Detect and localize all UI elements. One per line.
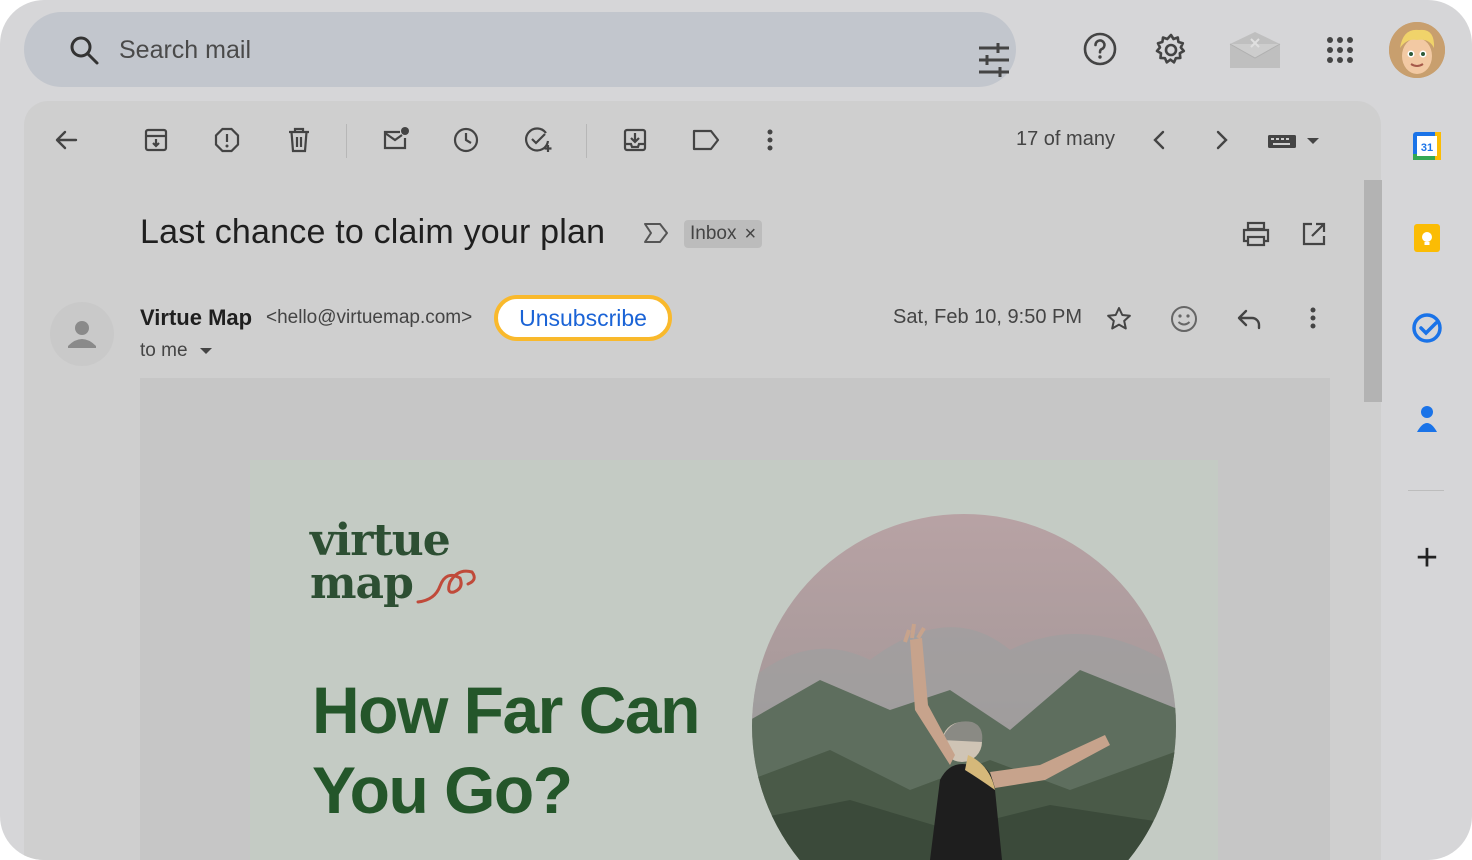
apps-icon[interactable] [1326, 36, 1354, 64]
star-icon[interactable] [1106, 306, 1132, 332]
toolbar-divider [346, 124, 347, 158]
keep-icon[interactable] [1411, 222, 1443, 254]
recipient-details[interactable]: to me [140, 340, 213, 362]
gmail-window: Search mail 17 of many Last chance to cl… [0, 0, 1472, 860]
add-task-icon[interactable] [524, 127, 554, 153]
delete-icon[interactable] [287, 127, 311, 153]
next-icon[interactable] [1214, 130, 1230, 150]
archive-icon[interactable] [143, 127, 169, 153]
brand-logo-line2: map [310, 558, 414, 609]
move-to-icon[interactable] [622, 127, 648, 153]
gear-icon[interactable] [1153, 32, 1189, 68]
svg-text:31: 31 [1421, 142, 1433, 154]
headline-line1: How Far Can [312, 673, 700, 747]
reply-icon[interactable] [1236, 308, 1262, 330]
back-icon[interactable] [54, 128, 78, 152]
more-options-icon[interactable] [1309, 306, 1317, 330]
inbox-label-chip[interactable]: Inbox × [684, 220, 763, 248]
unsubscribe-button[interactable]: Unsubscribe [494, 295, 672, 341]
scrollbar[interactable] [1364, 180, 1382, 402]
email-subject: Last chance to claim your plan [140, 213, 606, 251]
search-bar[interactable]: Search mail [24, 12, 1016, 87]
label-icon[interactable] [692, 129, 720, 151]
person-icon [68, 321, 96, 348]
toolbar-divider [586, 124, 587, 158]
importance-label-icon[interactable] [643, 222, 669, 244]
report-spam-icon[interactable] [214, 127, 240, 153]
tasks-icon[interactable] [1411, 312, 1443, 344]
sender-email: <hello@virtuemap.com> [266, 307, 473, 328]
email-date: Sat, Feb 10, 9:50 PM [893, 306, 1082, 328]
help-icon[interactable] [1083, 32, 1117, 66]
sender-avatar [50, 302, 114, 366]
emoji-icon[interactable] [1170, 305, 1198, 333]
rail-divider [1408, 490, 1444, 491]
headline-line2: You Go? [312, 753, 573, 827]
logo-swirl-icon [416, 569, 476, 604]
search-icon[interactable] [68, 34, 100, 66]
tune-icon[interactable] [976, 42, 1012, 78]
contacts-icon[interactable] [1411, 402, 1443, 434]
add-addon-button[interactable]: + [1412, 538, 1442, 578]
message-count: 17 of many [1016, 128, 1115, 150]
mark-unread-icon[interactable] [382, 126, 410, 152]
search-input[interactable]: Search mail [119, 36, 251, 65]
prev-icon[interactable] [1151, 130, 1167, 150]
calendar-icon[interactable]: 31 [1411, 130, 1443, 162]
sender-name: Virtue Map [140, 305, 253, 330]
more-icon[interactable] [766, 128, 774, 152]
recipient-label: to me [140, 340, 188, 361]
remove-label-button[interactable]: × [744, 220, 756, 248]
inbox-label: Inbox [690, 223, 737, 244]
chevron-down-icon[interactable] [199, 347, 213, 355]
keyboard-icon[interactable] [1267, 132, 1323, 150]
snooze-icon[interactable] [453, 127, 479, 153]
print-icon[interactable] [1241, 221, 1271, 247]
avatar-face-icon [1389, 22, 1445, 78]
avatar[interactable] [1389, 22, 1445, 78]
open-new-window-icon[interactable] [1301, 221, 1327, 247]
mail-icon[interactable] [1228, 30, 1282, 70]
